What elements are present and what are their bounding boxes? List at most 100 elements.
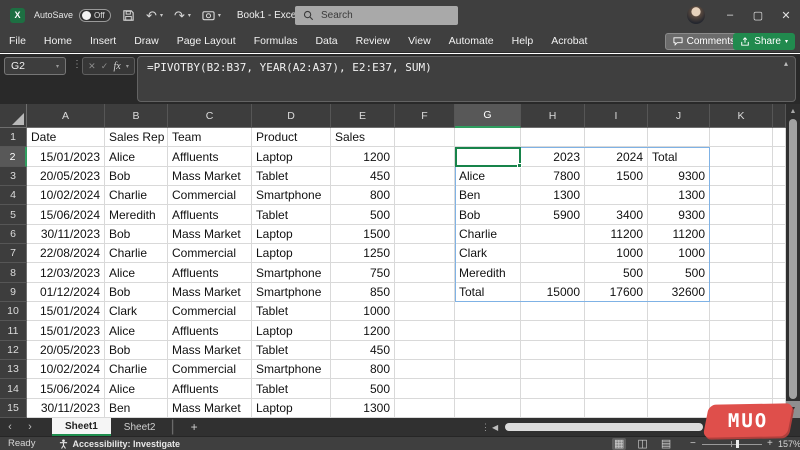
cell-J4[interactable]: 1300	[648, 186, 710, 205]
column-header-G[interactable]: G	[455, 104, 521, 128]
cell-G9[interactable]: Total	[455, 283, 521, 302]
cell-H14[interactable]	[521, 379, 585, 398]
enter-icon[interactable]: ✓	[101, 61, 109, 72]
cell-B1[interactable]: Sales Rep	[105, 128, 168, 147]
cell-J7[interactable]: 1000	[648, 244, 710, 263]
vertical-scrollbar[interactable]: ▲ ▼	[786, 104, 800, 418]
cell-I2[interactable]: 2024	[585, 147, 648, 166]
next-sheet-icon[interactable]: ›	[20, 421, 40, 433]
cell-H1[interactable]	[521, 128, 585, 147]
cell-I10[interactable]	[585, 302, 648, 321]
ribbon-tab-insert[interactable]: Insert	[81, 30, 125, 52]
cell-G10[interactable]	[455, 302, 521, 321]
cell-J5[interactable]: 9300	[648, 205, 710, 224]
cell-D8[interactable]: Smartphone	[252, 263, 331, 282]
fx-caret-icon[interactable]: ▾	[126, 63, 129, 70]
cell-B5[interactable]: Meredith	[105, 205, 168, 224]
cell-B10[interactable]: Clark	[105, 302, 168, 321]
cell-A7[interactable]: 22/08/2024	[27, 244, 105, 263]
cell-D11[interactable]: Laptop	[252, 321, 331, 340]
cell-C1[interactable]: Team	[168, 128, 252, 147]
ribbon-tab-formulas[interactable]: Formulas	[245, 30, 307, 52]
row-header-15[interactable]: 15	[0, 399, 27, 418]
cell-x7[interactable]	[773, 244, 786, 263]
namebox-caret-icon[interactable]: ▾	[56, 63, 59, 70]
cell-F13[interactable]	[395, 360, 455, 379]
cell-C8[interactable]: Affluents	[168, 263, 252, 282]
cell-x12[interactable]	[773, 341, 786, 360]
row-header-11[interactable]: 11	[0, 321, 27, 340]
cell-E6[interactable]: 1500	[331, 225, 395, 244]
collapse-formula-bar-icon[interactable]: ▴	[784, 59, 788, 68]
cell-F10[interactable]	[395, 302, 455, 321]
row-header-1[interactable]: 1	[0, 128, 27, 147]
cell-B15[interactable]: Ben	[105, 399, 168, 418]
cell-K2[interactable]	[710, 147, 773, 166]
row-header-4[interactable]: 4	[0, 186, 27, 205]
cell-J10[interactable]	[648, 302, 710, 321]
cell-H13[interactable]	[521, 360, 585, 379]
cell-A6[interactable]: 30/11/2023	[27, 225, 105, 244]
cell-B2[interactable]: Alice	[105, 147, 168, 166]
insert-function-icon[interactable]: fx	[113, 61, 120, 72]
column-header-D[interactable]: D	[252, 104, 331, 128]
cell-G12[interactable]	[455, 341, 521, 360]
row-header-8[interactable]: 8	[0, 263, 27, 282]
add-sheet-button[interactable]: +	[191, 420, 198, 434]
cell-x13[interactable]	[773, 360, 786, 379]
cell-x3[interactable]	[773, 167, 786, 186]
column-header-F[interactable]: F	[395, 104, 455, 128]
cell-B4[interactable]: Charlie	[105, 186, 168, 205]
cell-E11[interactable]: 1200	[331, 321, 395, 340]
share-button[interactable]: Share ▾	[733, 33, 795, 50]
cell-A2[interactable]: 15/01/2023	[27, 147, 105, 166]
zoom-level[interactable]: 157%	[778, 439, 800, 449]
cell-x1[interactable]	[773, 128, 786, 147]
cell-C13[interactable]: Commercial	[168, 360, 252, 379]
cell-x5[interactable]	[773, 205, 786, 224]
cell-I1[interactable]	[585, 128, 648, 147]
cell-E12[interactable]: 450	[331, 341, 395, 360]
cell-G7[interactable]: Clark	[455, 244, 521, 263]
cell-K11[interactable]	[710, 321, 773, 340]
excel-app-icon[interactable]: X	[10, 8, 25, 23]
cell-x6[interactable]	[773, 225, 786, 244]
cell-K14[interactable]	[710, 379, 773, 398]
row-header-3[interactable]: 3	[0, 167, 27, 186]
scroll-up-icon[interactable]: ▲	[786, 104, 800, 118]
cell-K8[interactable]	[710, 263, 773, 282]
search-input[interactable]: Search	[295, 6, 458, 25]
cell-F3[interactable]	[395, 167, 455, 186]
cell-A12[interactable]: 20/05/2023	[27, 341, 105, 360]
cell-H5[interactable]: 5900	[521, 205, 585, 224]
cell-F15[interactable]	[395, 399, 455, 418]
save-icon[interactable]	[122, 9, 135, 22]
page-layout-view-icon[interactable]: ◫	[635, 438, 649, 450]
cell-F11[interactable]	[395, 321, 455, 340]
cell-H10[interactable]	[521, 302, 585, 321]
close-button[interactable]: ✕	[772, 0, 800, 30]
cell-D10[interactable]: Tablet	[252, 302, 331, 321]
column-header-partial[interactable]	[773, 104, 786, 128]
prev-sheet-icon[interactable]: ‹	[0, 421, 20, 433]
cell-A5[interactable]: 15/06/2024	[27, 205, 105, 224]
cell-K12[interactable]	[710, 341, 773, 360]
cell-J1[interactable]	[648, 128, 710, 147]
cell-I11[interactable]	[585, 321, 648, 340]
cell-D13[interactable]: Smartphone	[252, 360, 331, 379]
cell-x11[interactable]	[773, 321, 786, 340]
cell-I6[interactable]: 11200	[585, 225, 648, 244]
normal-view-icon[interactable]: ▦	[612, 438, 626, 450]
cell-K10[interactable]	[710, 302, 773, 321]
cell-x4[interactable]	[773, 186, 786, 205]
cell-E10[interactable]: 1000	[331, 302, 395, 321]
row-header-14[interactable]: 14	[0, 379, 27, 398]
cell-A11[interactable]: 15/01/2023	[27, 321, 105, 340]
cell-x8[interactable]	[773, 263, 786, 282]
cell-K1[interactable]	[710, 128, 773, 147]
column-header-B[interactable]: B	[105, 104, 168, 128]
cell-x10[interactable]	[773, 302, 786, 321]
cell-I3[interactable]: 1500	[585, 167, 648, 186]
cell-C11[interactable]: Affluents	[168, 321, 252, 340]
cell-G15[interactable]	[455, 399, 521, 418]
